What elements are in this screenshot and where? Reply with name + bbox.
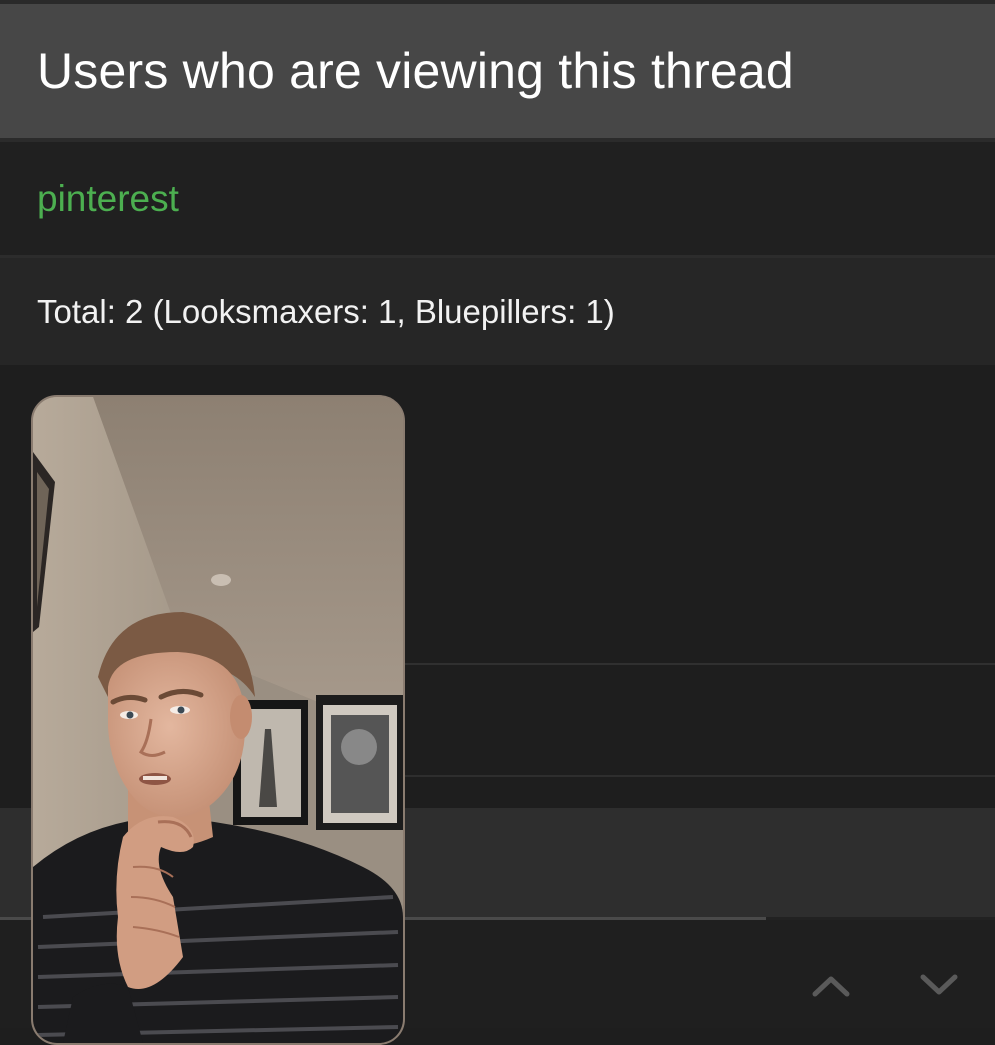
scroll-up-button[interactable] bbox=[801, 955, 861, 1015]
viewer-total-text: Total: 2 (Looksmaxers: 1, Bluepillers: 1… bbox=[37, 292, 615, 330]
section-header: Users who are viewing this thread bbox=[0, 4, 995, 138]
divider bbox=[405, 775, 995, 777]
video-frame-image bbox=[33, 397, 403, 1043]
section-title: Users who are viewing this thread bbox=[37, 43, 794, 99]
viewer-summary: Total: 2 (Looksmaxers: 1, Bluepillers: 1… bbox=[0, 258, 995, 365]
video-overlay[interactable] bbox=[31, 395, 405, 1045]
viewer-list: pinterest bbox=[0, 142, 995, 255]
viewer-username-link[interactable]: pinterest bbox=[37, 178, 179, 220]
divider bbox=[405, 663, 995, 665]
scroll-down-button[interactable] bbox=[909, 955, 969, 1015]
chevron-up-icon bbox=[812, 976, 850, 997]
chevron-down-icon bbox=[920, 974, 958, 995]
